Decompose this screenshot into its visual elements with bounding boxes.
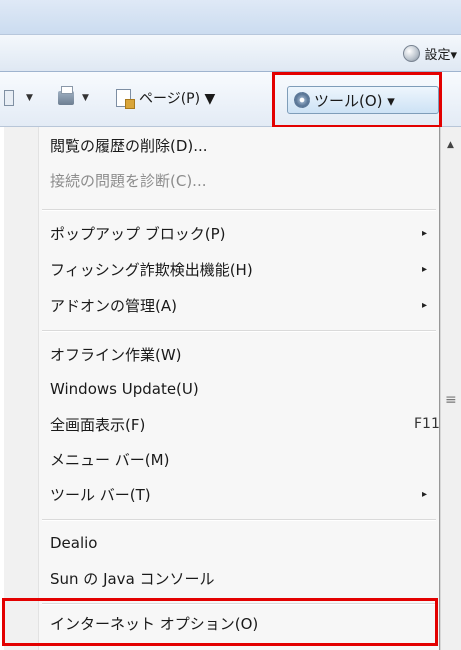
menu-item-phishing-filter[interactable]: フィッシング詐欺検出機能(H) ▸ (38, 252, 438, 286)
menu-item-label: Dealio (50, 534, 98, 552)
menu-item-label: ポップアップ ブロック(P) (50, 224, 226, 243)
menu-item-label: 閲覧の履歴の削除(D)... (50, 136, 208, 155)
menu-item-label: Sun の Java コンソール (50, 569, 215, 588)
menu-item-windows-update[interactable]: Windows Update(U) (38, 372, 438, 406)
menu-item-shortcut: F11 (414, 416, 440, 432)
submenu-arrow-icon: ▸ (422, 299, 428, 311)
submenu-arrow-icon: ▸ (422, 488, 428, 500)
scroll-grip-icon: ≡ (445, 392, 457, 408)
menu-item-delete-history[interactable]: 閲覧の履歴の削除(D)... (38, 128, 438, 162)
menu-item-label: 接続の問題を診断(C)... (50, 171, 207, 190)
page-menu-label: ページ(P) ▼ (139, 91, 216, 107)
scroll-up-arrow-icon[interactable]: ▲ (447, 140, 454, 150)
menu-item-label: メニュー バー(M) (50, 450, 170, 469)
page-icon (116, 89, 135, 109)
globe-icon (403, 44, 421, 62)
menu-separator (42, 519, 436, 521)
print-button[interactable]: ▼ (58, 84, 89, 112)
home-icon (4, 90, 14, 106)
menu-item-toolbars[interactable]: ツール バー(T) ▸ (38, 477, 438, 511)
menu-item-popup-blocker[interactable]: ポップアップ ブロック(P) ▸ (38, 216, 438, 250)
menu-item-menu-bar[interactable]: メニュー バー(M) (38, 442, 438, 476)
menu-item-label: アドオンの管理(A) (50, 296, 177, 315)
settings-label: 設定▾ (424, 47, 457, 63)
menu-item-diagnose-connection: 接続の問題を診断(C)... (38, 163, 438, 197)
page-scrollbar[interactable] (440, 127, 461, 650)
home-button[interactable]: ▼ (4, 84, 33, 112)
menu-item-java-console[interactable]: Sun の Java コンソール (38, 561, 438, 595)
tools-highlight-box (272, 72, 442, 128)
menu-item-dealio[interactable]: Dealio (38, 526, 438, 560)
menu-item-label: ツール バー(T) (50, 485, 151, 504)
settings-menu-button[interactable]: 設定▾ (403, 42, 457, 64)
submenu-arrow-icon: ▸ (422, 263, 428, 275)
menu-separator (42, 330, 436, 332)
menu-item-work-offline[interactable]: オフライン作業(W) (38, 337, 438, 371)
menu-item-manage-addons[interactable]: アドオンの管理(A) ▸ (38, 288, 438, 322)
menu-icon-gutter (4, 127, 39, 650)
menu-item-label: Windows Update(U) (50, 380, 199, 398)
tools-dropdown-menu: 閲覧の履歴の削除(D)... 接続の問題を診断(C)... ポップアップ ブロッ… (4, 127, 440, 650)
submenu-arrow-icon: ▸ (422, 227, 428, 239)
page-menu-button[interactable]: ページ(P) ▼ (116, 84, 215, 112)
command-bar: 設定▾ (0, 34, 461, 72)
window-title-bar (0, 0, 461, 34)
internet-options-highlight-box (2, 598, 438, 646)
printer-icon (58, 86, 74, 105)
menu-item-label: オフライン作業(W) (50, 345, 182, 364)
menu-item-full-screen[interactable]: 全画面表示(F) F11 (38, 407, 440, 441)
home-dropdown-arrow[interactable]: ▼ (26, 93, 33, 103)
menu-separator (42, 209, 436, 211)
print-dropdown-arrow[interactable]: ▼ (82, 93, 89, 103)
menu-item-label: フィッシング詐欺検出機能(H) (50, 260, 253, 279)
menu-item-label: 全画面表示(F) (50, 415, 146, 434)
